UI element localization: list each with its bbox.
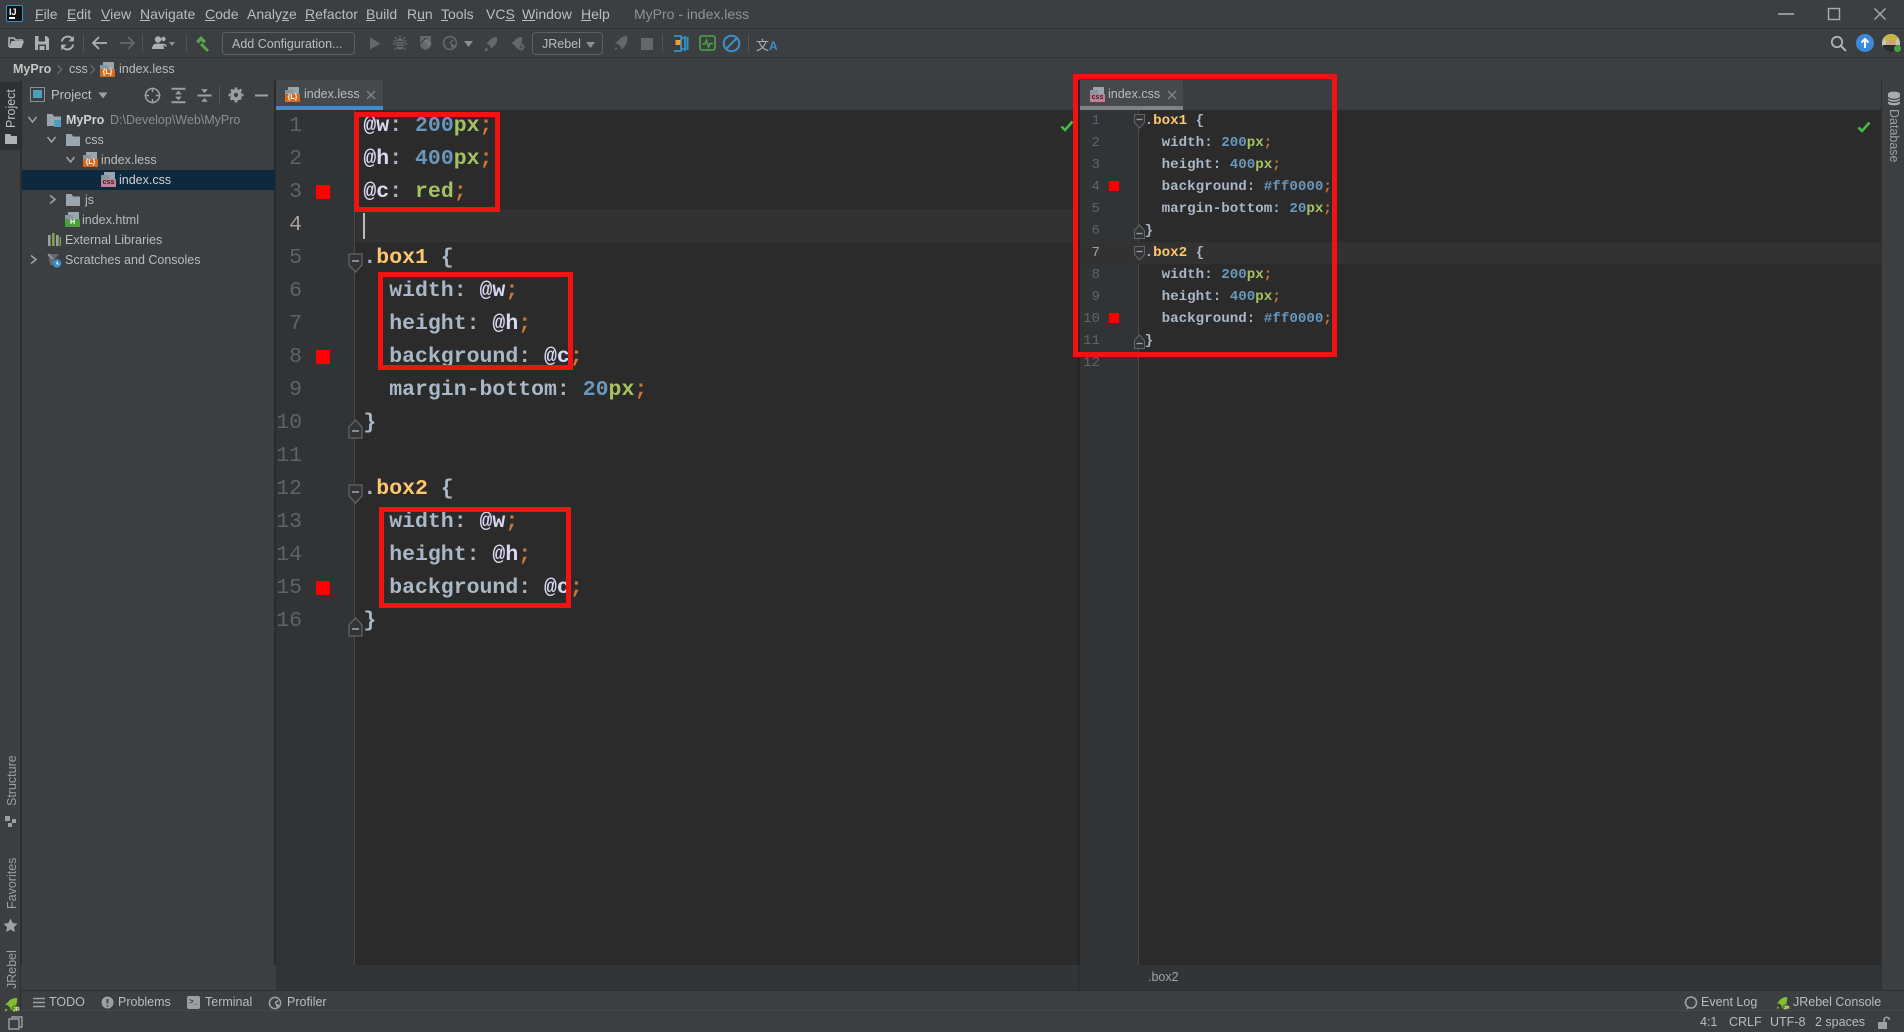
svg-text:JR: JR bbox=[13, 1007, 20, 1013]
